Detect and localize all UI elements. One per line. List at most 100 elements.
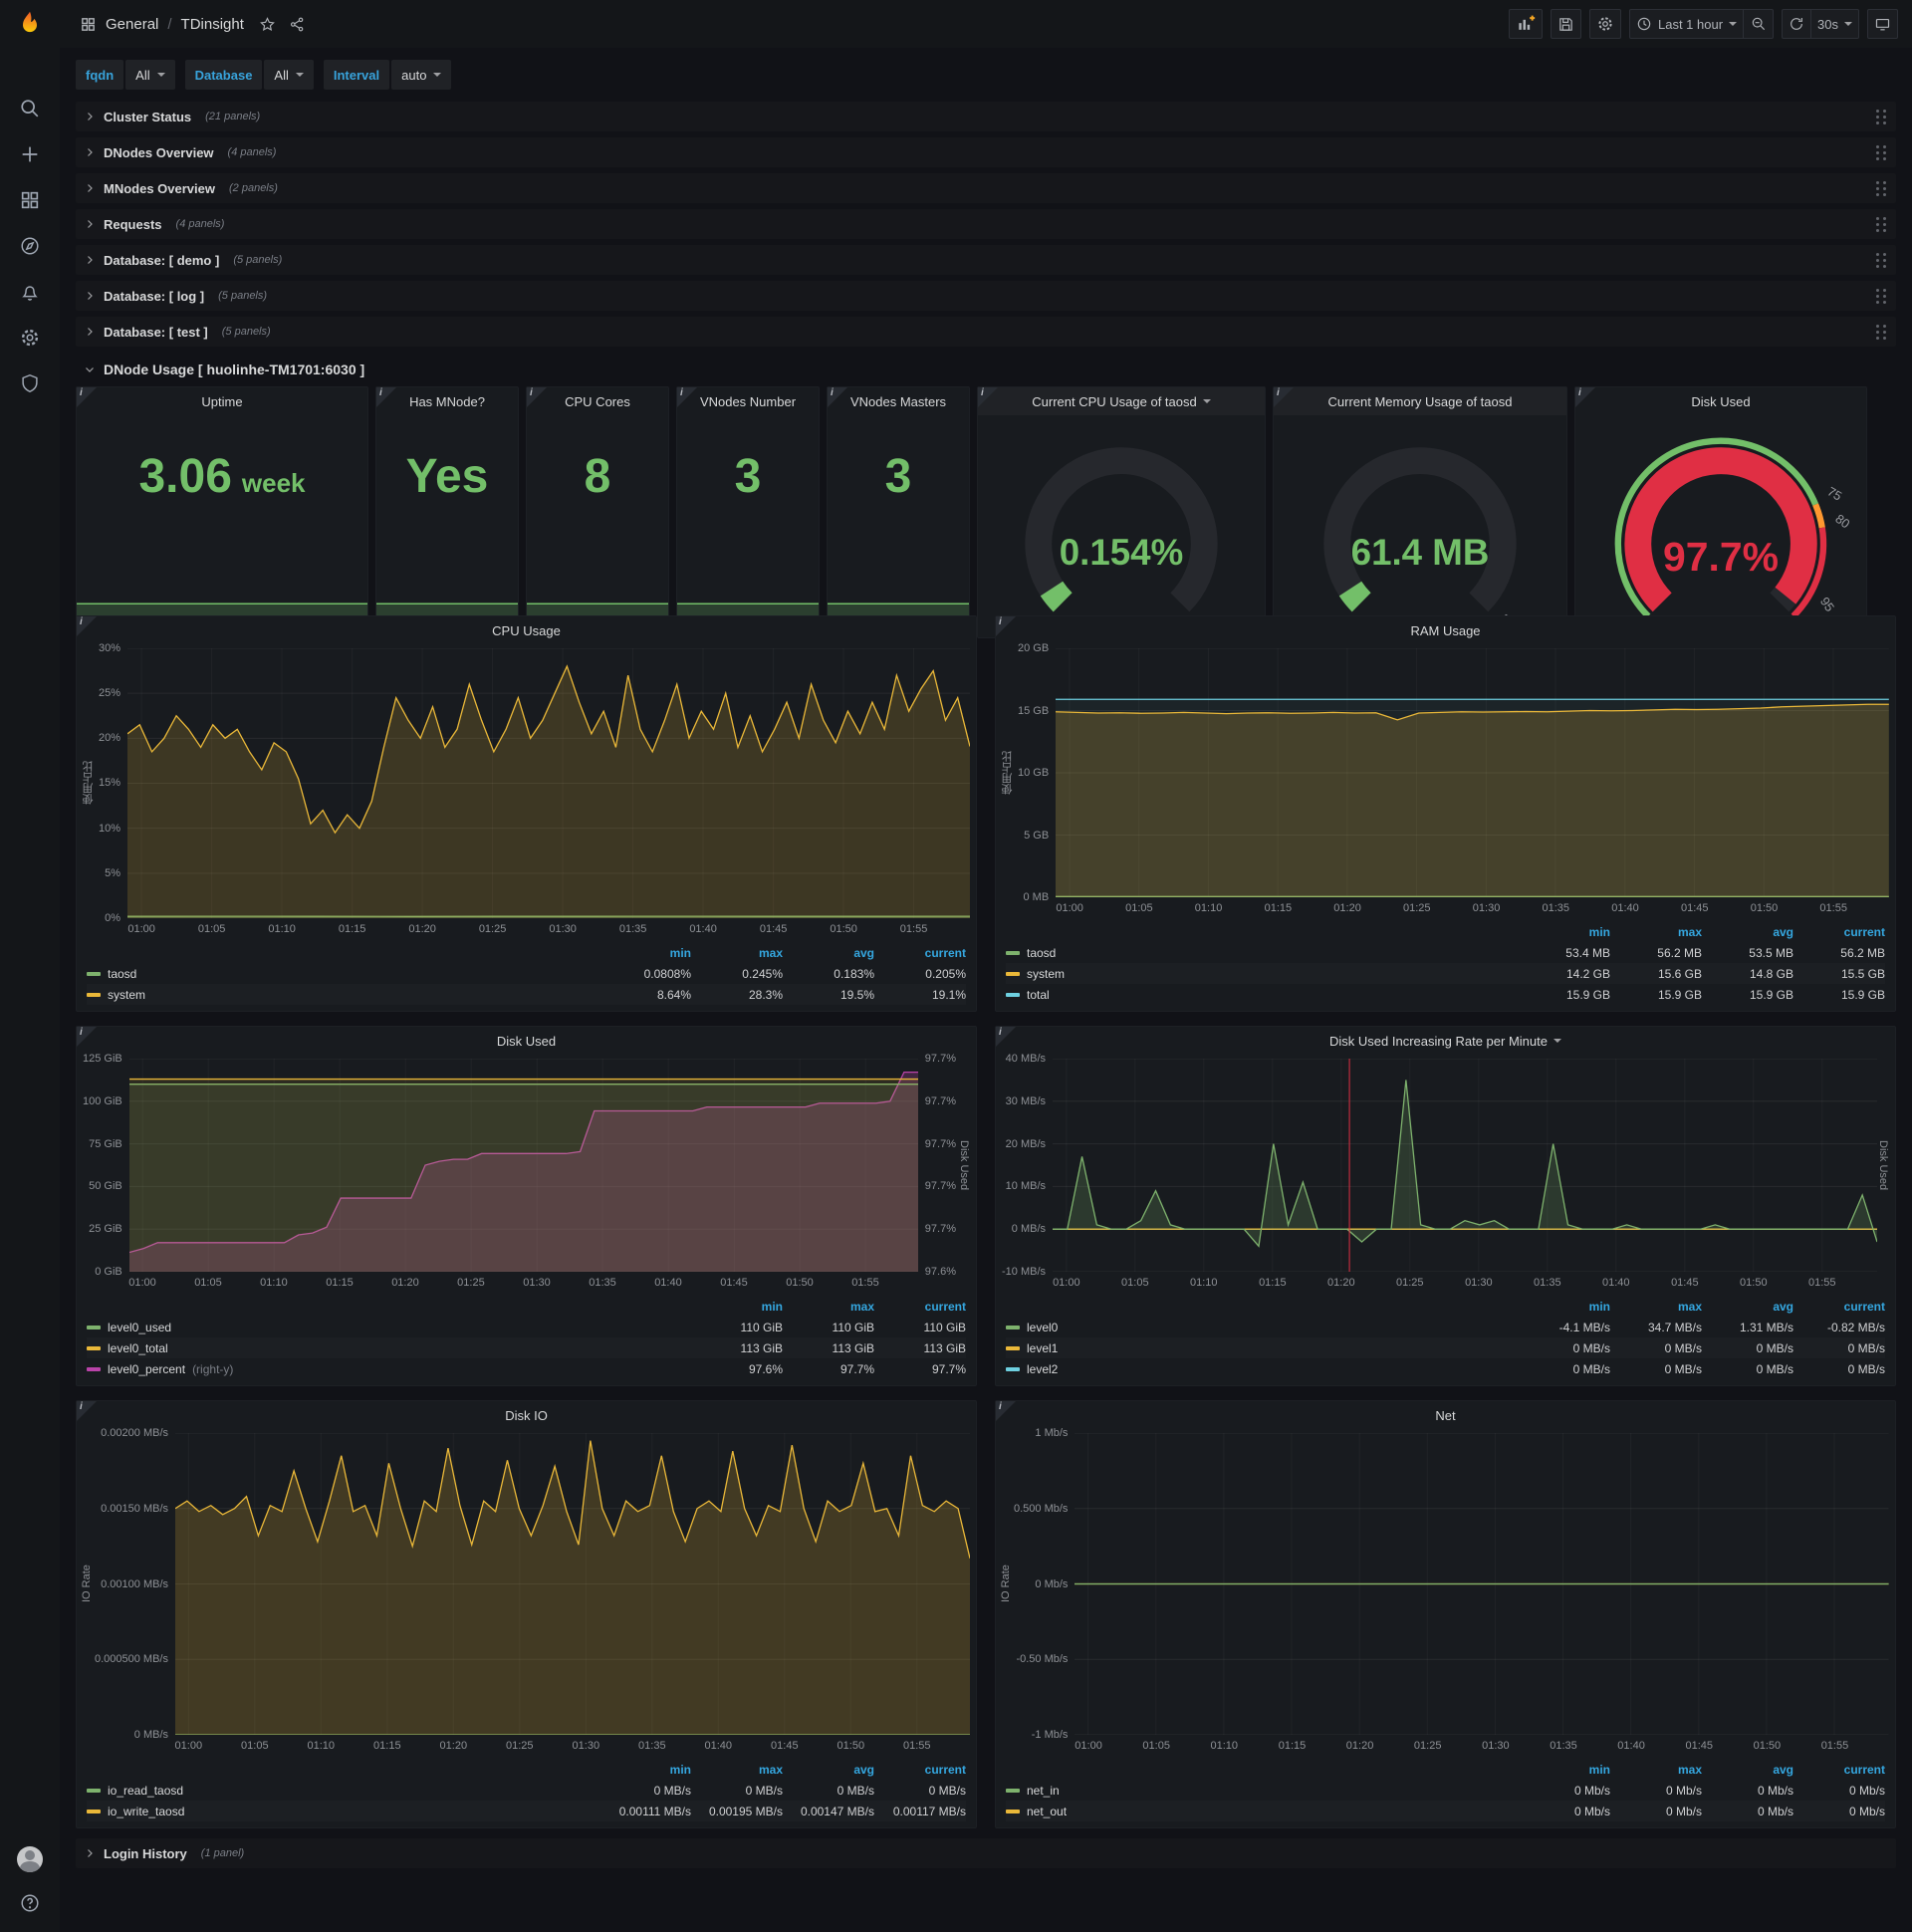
help-icon[interactable] [13, 1888, 47, 1918]
legend-column-header[interactable]: max [1610, 1300, 1702, 1314]
explore-compass-icon[interactable] [13, 231, 47, 261]
legend-column-header[interactable]: min [1519, 925, 1610, 939]
variable-select-fqdn[interactable]: All [125, 60, 175, 90]
dashboards-icon[interactable] [13, 185, 47, 215]
panel-title[interactable]: CPU Usage [77, 616, 976, 644]
dashboard-settings-button[interactable] [1588, 9, 1621, 39]
legend-series-label[interactable]: level2 [1006, 1362, 1519, 1376]
dashboard-row[interactable]: Requests (4 panels) [76, 209, 1896, 239]
row-login-history[interactable]: Login History (1 panel) [76, 1838, 1896, 1868]
panel-info-icon[interactable]: i [1274, 387, 1294, 407]
variable-select-interval[interactable]: auto [391, 60, 452, 90]
legend-column-header[interactable]: avg [783, 1763, 874, 1777]
refresh-button[interactable] [1782, 9, 1812, 39]
legend-series-label[interactable]: level0_total [87, 1341, 691, 1355]
legend-series-label[interactable]: io_read_taosd [87, 1784, 599, 1798]
panel-title[interactable]: Disk Used [1575, 387, 1866, 415]
legend-column-header[interactable]: current [874, 946, 966, 960]
legend-column-header[interactable]: max [783, 1300, 874, 1314]
chart-plot[interactable] [1053, 1059, 1877, 1272]
refresh-interval-select[interactable]: 30s [1811, 9, 1859, 39]
row-drag-handle-icon[interactable] [1876, 180, 1886, 196]
panel-title[interactable]: Uptime [77, 387, 367, 415]
panel-title[interactable]: VNodes Number [677, 387, 819, 415]
star-icon[interactable] [259, 16, 276, 33]
legend-column-header[interactable]: current [874, 1300, 966, 1314]
panel-info-icon[interactable]: i [77, 387, 97, 407]
panel-title[interactable]: Has MNode? [376, 387, 518, 415]
panel-info-icon[interactable]: i [996, 1401, 1016, 1421]
legend-column-header[interactable]: current [874, 1763, 966, 1777]
dashboard-row[interactable]: Cluster Status (21 panels) [76, 102, 1896, 131]
chart-plot[interactable] [175, 1433, 970, 1735]
dashboard-row[interactable]: Database: [ test ] (5 panels) [76, 317, 1896, 347]
panel-title[interactable]: Disk Used Increasing Rate per Minute [996, 1027, 1895, 1055]
panel-title[interactable]: RAM Usage [996, 616, 1895, 644]
row-drag-handle-icon[interactable] [1876, 324, 1886, 340]
breadcrumb-section[interactable]: General [106, 16, 158, 33]
panel-title[interactable]: Disk IO [77, 1401, 976, 1429]
panel-info-icon[interactable]: i [828, 387, 847, 407]
legend-series-label[interactable]: net_in [1006, 1784, 1519, 1798]
panel-title[interactable]: Current CPU Usage of taosd [978, 387, 1265, 415]
legend-series-label[interactable]: level0_used [87, 1321, 691, 1334]
legend-column-header[interactable]: current [1793, 1763, 1885, 1777]
legend-column-header[interactable]: avg [1702, 1300, 1793, 1314]
legend-series-label[interactable]: net_out [1006, 1805, 1519, 1818]
panel-title[interactable]: Current Memory Usage of taosd [1274, 387, 1566, 415]
save-dashboard-button[interactable] [1550, 9, 1581, 39]
legend-series-label[interactable]: level0 [1006, 1321, 1519, 1334]
row-drag-handle-icon[interactable] [1876, 144, 1886, 160]
configuration-gear-icon[interactable] [13, 323, 47, 353]
panel-info-icon[interactable]: i [527, 387, 547, 407]
legend-series-label[interactable]: level1 [1006, 1341, 1519, 1355]
panel-info-icon[interactable]: i [376, 387, 396, 407]
panel-info-icon[interactable]: i [996, 1027, 1016, 1047]
legend-series-label[interactable]: taosd [1006, 946, 1519, 960]
panel-info-icon[interactable]: i [77, 616, 97, 636]
panel-title[interactable]: Disk Used [77, 1027, 976, 1055]
chart-plot[interactable] [127, 648, 970, 918]
dashboard-row[interactable]: Database: [ log ] (5 panels) [76, 281, 1896, 311]
legend-series-label[interactable]: io_write_taosd [87, 1805, 599, 1818]
legend-column-header[interactable]: avg [1702, 1763, 1793, 1777]
row-drag-handle-icon[interactable] [1876, 252, 1886, 268]
server-admin-shield-icon[interactable] [13, 368, 47, 398]
panel-info-icon[interactable]: i [1575, 387, 1595, 407]
legend-column-header[interactable]: current [1793, 1300, 1885, 1314]
legend-column-header[interactable]: max [691, 1763, 783, 1777]
legend-series-label[interactable]: taosd [87, 967, 599, 981]
search-icon[interactable] [13, 94, 47, 123]
legend-series-label[interactable]: system [1006, 967, 1519, 981]
legend-column-header[interactable]: avg [783, 946, 874, 960]
panel-title[interactable]: VNodes Masters [828, 387, 969, 415]
legend-series-label[interactable]: level0_percent (right-y) [87, 1362, 691, 1376]
row-dnode-usage[interactable]: DNode Usage [ huolinhe-TM1701:6030 ] [76, 353, 1896, 386]
legend-series-label[interactable]: total [1006, 988, 1519, 1002]
legend-column-header[interactable]: avg [1702, 925, 1793, 939]
legend-series-label[interactable]: system [87, 988, 599, 1002]
legend-column-header[interactable]: min [1519, 1300, 1610, 1314]
dashboard-row[interactable]: Database: [ demo ] (5 panels) [76, 245, 1896, 275]
row-drag-handle-icon[interactable] [1876, 109, 1886, 124]
legend-column-header[interactable]: min [599, 946, 691, 960]
time-range-picker[interactable]: Last 1 hour [1628, 9, 1745, 39]
legend-column-header[interactable]: min [691, 1300, 783, 1314]
legend-column-header[interactable]: max [1610, 925, 1702, 939]
variable-select-database[interactable]: All [264, 60, 314, 90]
cycle-view-button[interactable] [1867, 9, 1898, 39]
add-panel-button[interactable] [1508, 9, 1543, 39]
panel-info-icon[interactable]: i [77, 1401, 97, 1421]
zoom-out-time-button[interactable] [1744, 9, 1775, 39]
panel-info-icon[interactable]: i [996, 616, 1016, 636]
dashboard-row[interactable]: MNodes Overview (2 panels) [76, 173, 1896, 203]
legend-column-header[interactable]: max [691, 946, 783, 960]
alerting-bell-icon[interactable] [13, 277, 47, 307]
chart-plot[interactable] [128, 1059, 918, 1272]
legend-column-header[interactable]: current [1793, 925, 1885, 939]
legend-column-header[interactable]: min [599, 1763, 691, 1777]
legend-column-header[interactable]: max [1610, 1763, 1702, 1777]
dashboard-row[interactable]: DNodes Overview (4 panels) [76, 137, 1896, 167]
create-plus-icon[interactable] [13, 139, 47, 169]
chart-plot[interactable] [1056, 648, 1889, 897]
